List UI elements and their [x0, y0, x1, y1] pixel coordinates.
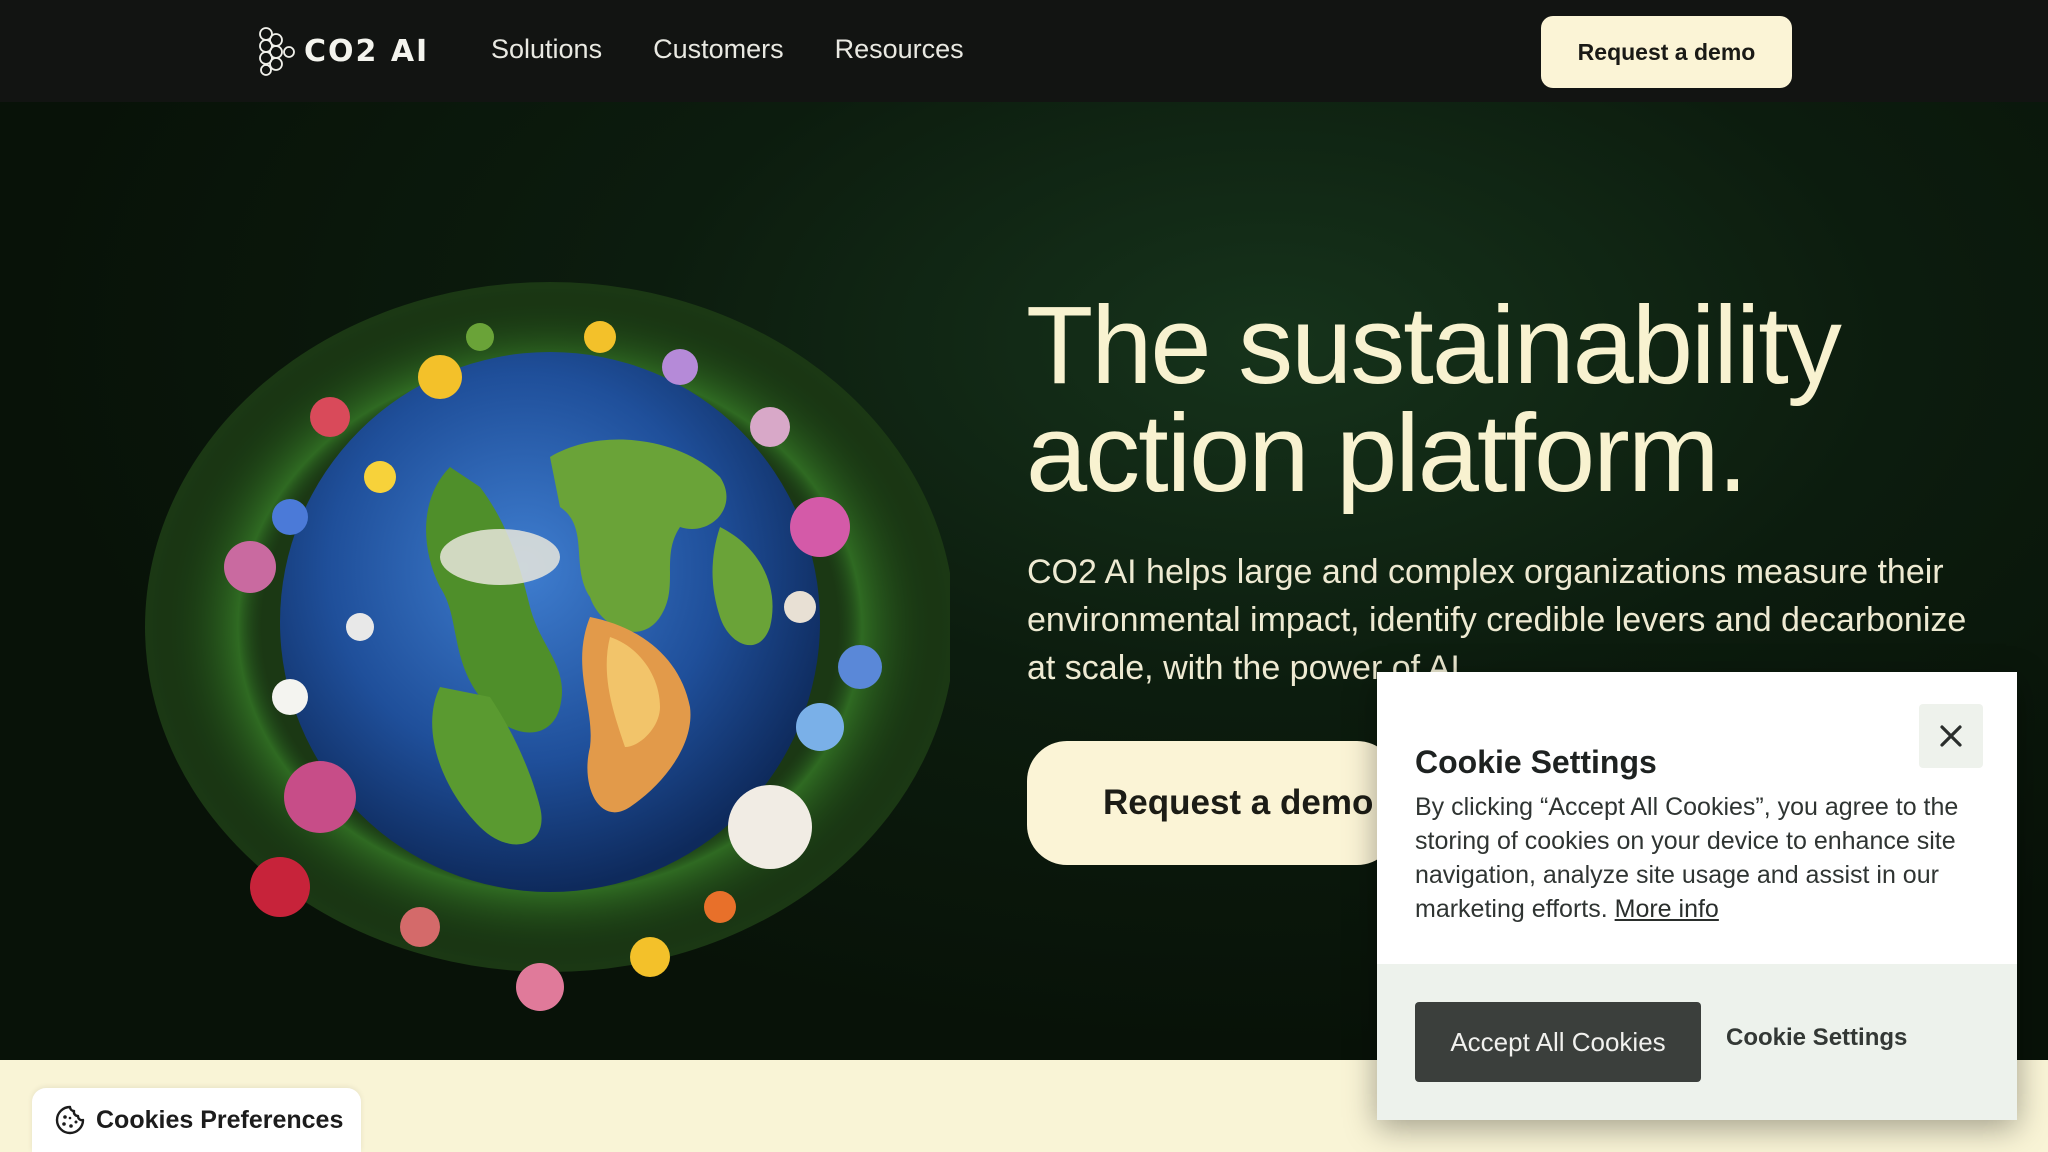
accept-all-cookies-button[interactable]: Accept All Cookies [1415, 1002, 1701, 1082]
cookies-preferences-button[interactable]: Cookies Preferences [32, 1088, 361, 1152]
logo-text: CO2 AI [304, 33, 430, 69]
co2-ai-logo-icon [259, 27, 295, 76]
cookie-modal-footer: Accept All Cookies Cookie Settings [1377, 964, 2017, 1120]
close-icon [1940, 725, 1962, 747]
more-info-link[interactable]: More info [1615, 895, 1719, 923]
hero-request-demo-button[interactable]: Request a demo [1027, 741, 1397, 865]
cookie-settings-modal: Cookie Settings By clicking “Accept All … [1377, 672, 2017, 1120]
logo[interactable]: CO2 AI [254, 26, 429, 76]
cookie-settings-button[interactable]: Cookie Settings [1726, 1024, 1907, 1052]
globe-illustration-icon [145, 282, 955, 1011]
hero-title-line-1: The sustainability [1026, 284, 1842, 407]
cookie-modal-title: Cookie Settings [1415, 744, 1657, 780]
top-navigation: CO2 AI Solutions Customers Resources Req… [0, 0, 2048, 103]
hero-subtitle: CO2 AI helps large and complex organizat… [1027, 553, 1967, 687]
nav-links: Solutions Customers Resources [491, 34, 1015, 65]
nav-request-demo-button[interactable]: Request a demo [1541, 16, 1792, 88]
nav-link-customers[interactable]: Customers [653, 34, 784, 65]
cookies-preferences-label: Cookies Preferences [96, 1105, 344, 1134]
hero-title-line-2: action platform. [1026, 392, 1748, 515]
nav-link-solutions[interactable]: Solutions [491, 34, 602, 65]
nav-link-resources[interactable]: Resources [835, 34, 964, 65]
flower-globe-image [120, 227, 955, 1027]
hero-title: The sustainability action platform. [1026, 284, 1976, 515]
cookie-icon [55, 1105, 85, 1135]
cookie-close-button[interactable] [1919, 704, 1983, 768]
cookie-modal-body: By clicking “Accept All Cookies”, you ag… [1415, 790, 1990, 926]
